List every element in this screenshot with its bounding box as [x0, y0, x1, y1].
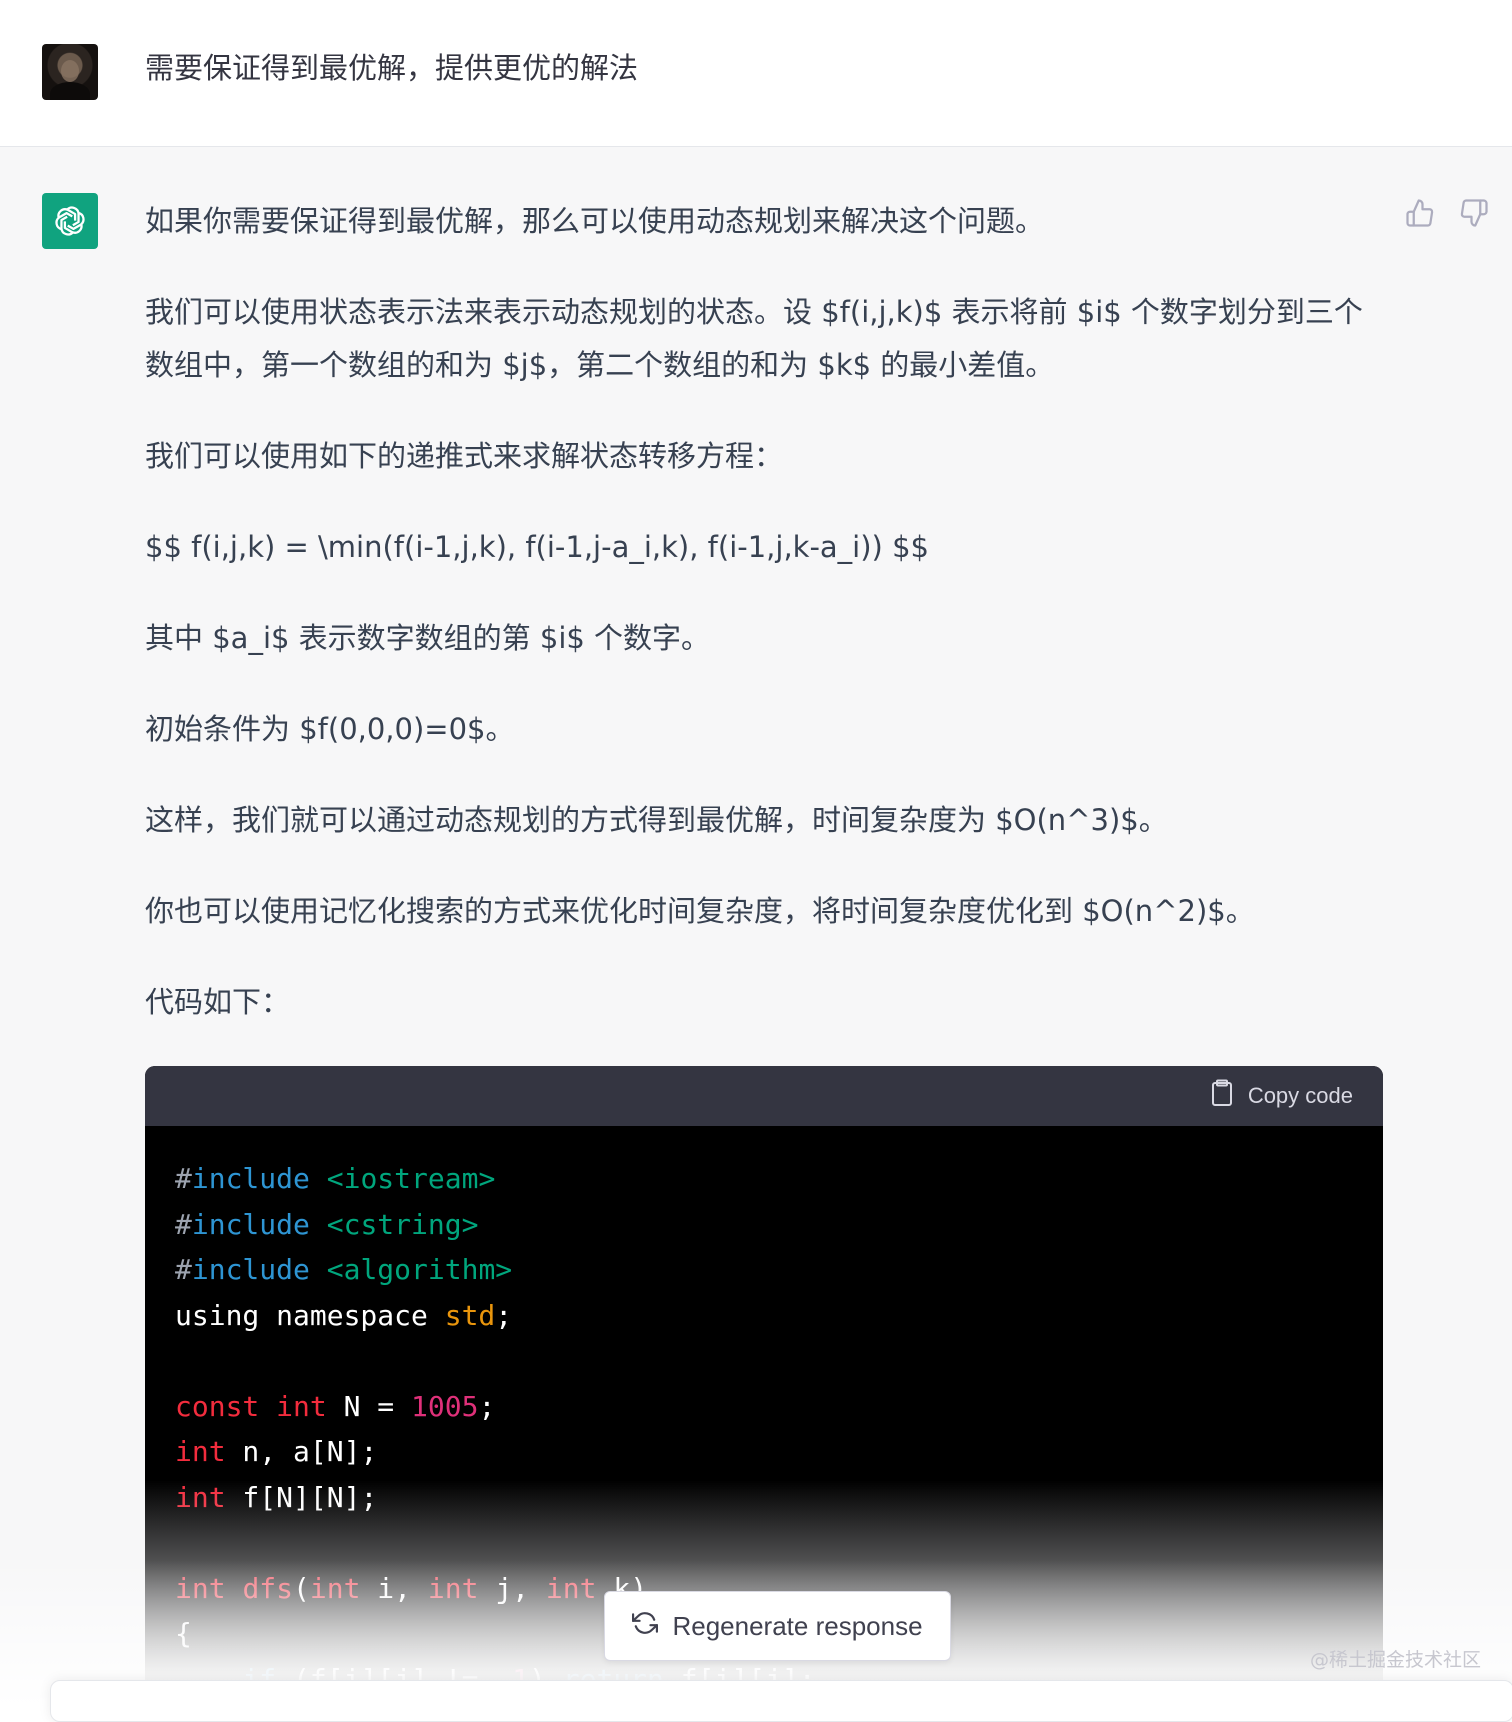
code-token: int: [175, 1435, 226, 1468]
code-token: include: [191, 1162, 310, 1195]
code-token: #: [175, 1207, 192, 1241]
assistant-message-row: 如果你需要保证得到最优解，那么可以使用动态规划来解决这个问题。 我们可以使用状态…: [0, 147, 1512, 1707]
answer-paragraph: 我们可以使用如下的递推式来求解状态转移方程：: [145, 439, 784, 473]
answer-paragraph: 其中 $a_i$ 表示数字数组的第 $i$ 个数字。: [145, 621, 711, 655]
code-token: f[N][N];: [225, 1480, 378, 1514]
code-token: <cstring>: [326, 1207, 479, 1241]
copy-code-label: Copy code: [1247, 1083, 1353, 1108]
user-avatar: [42, 44, 98, 100]
code-token: #: [175, 1253, 192, 1286]
avatar-face: [61, 60, 79, 82]
answer-paragraph: 代码如下：: [145, 985, 291, 1019]
copy-code-button[interactable]: Copy code: [1210, 1079, 1353, 1113]
code-line: #include <algorithm>: [175, 1247, 1383, 1293]
message-input-bar[interactable]: [50, 1680, 1512, 1722]
avatar-body: [50, 82, 90, 100]
clipboard-icon: [1210, 1079, 1234, 1113]
regenerate-response-button[interactable]: Regenerate response: [604, 1591, 951, 1661]
user-message-text: 需要保证得到最优解，提供更优的解法: [145, 51, 639, 85]
code-line: #include <iostream>: [175, 1156, 1383, 1202]
code-token: include: [191, 1207, 310, 1241]
code-token: ;: [478, 1389, 496, 1423]
code-token: n, a[N];: [225, 1435, 378, 1468]
code-line: #include <cstring>: [175, 1202, 1383, 1248]
code-token: int: [276, 1389, 327, 1423]
answer-paragraph: 如果你需要保证得到最优解，那么可以使用动态规划来解决这个问题。: [145, 204, 1045, 238]
code-token: ;: [495, 1298, 513, 1332]
code-token: <iostream>: [326, 1162, 496, 1195]
code-token: <algorithm>: [326, 1253, 513, 1286]
code-line: int n, a[N];: [175, 1429, 1383, 1475]
code-token: using namespace: [175, 1298, 445, 1332]
refresh-icon: [632, 1610, 659, 1643]
code-token: include: [191, 1253, 310, 1286]
thumbs-down-icon[interactable]: [1458, 197, 1490, 229]
thumbs-up-icon[interactable]: [1404, 197, 1436, 229]
code-token: #: [175, 1162, 192, 1195]
watermark-text: @稀土掘金技术社区: [1310, 1649, 1482, 1671]
answer-paragraph: 你也可以使用记忆化搜索的方式来优化时间复杂度，将时间复杂度优化到 $O(n^2)…: [145, 894, 1255, 928]
regenerate-label: Regenerate response: [672, 1610, 923, 1641]
code-token: 1005: [411, 1389, 479, 1423]
answer-paragraph: 初始条件为 $f(0,0,0)=0$。: [145, 712, 515, 746]
answer-paragraph: 我们可以使用状态表示法来表示动态规划的状态。设 $f(i,j,k)$ 表示将前 …: [145, 295, 1363, 382]
code-line: const int N = 1005;: [175, 1384, 1383, 1430]
code-token: std: [444, 1298, 496, 1332]
code-token: N =: [326, 1389, 412, 1423]
openai-logo-icon: [42, 193, 98, 249]
code-block-header: Copy code: [145, 1066, 1383, 1126]
code-token: const: [175, 1389, 260, 1423]
answer-paragraph: $$ f(i,j,k) = \min(f(i-1,j,k), f(i-1,j-a…: [145, 530, 929, 564]
answer-paragraph: 这样，我们就可以通过动态规划的方式得到最优解，时间复杂度为 $O(n^3)$。: [145, 803, 1168, 837]
user-message-row: 需要保证得到最优解，提供更优的解法: [0, 0, 1512, 147]
code-line: using namespace std;: [175, 1293, 1383, 1339]
code-line: int f[N][N];: [175, 1475, 1383, 1521]
assistant-message-content: 如果你需要保证得到最优解，那么可以使用动态规划来解决这个问题。 我们可以使用状态…: [145, 195, 1385, 1067]
code-token: int: [175, 1480, 226, 1514]
